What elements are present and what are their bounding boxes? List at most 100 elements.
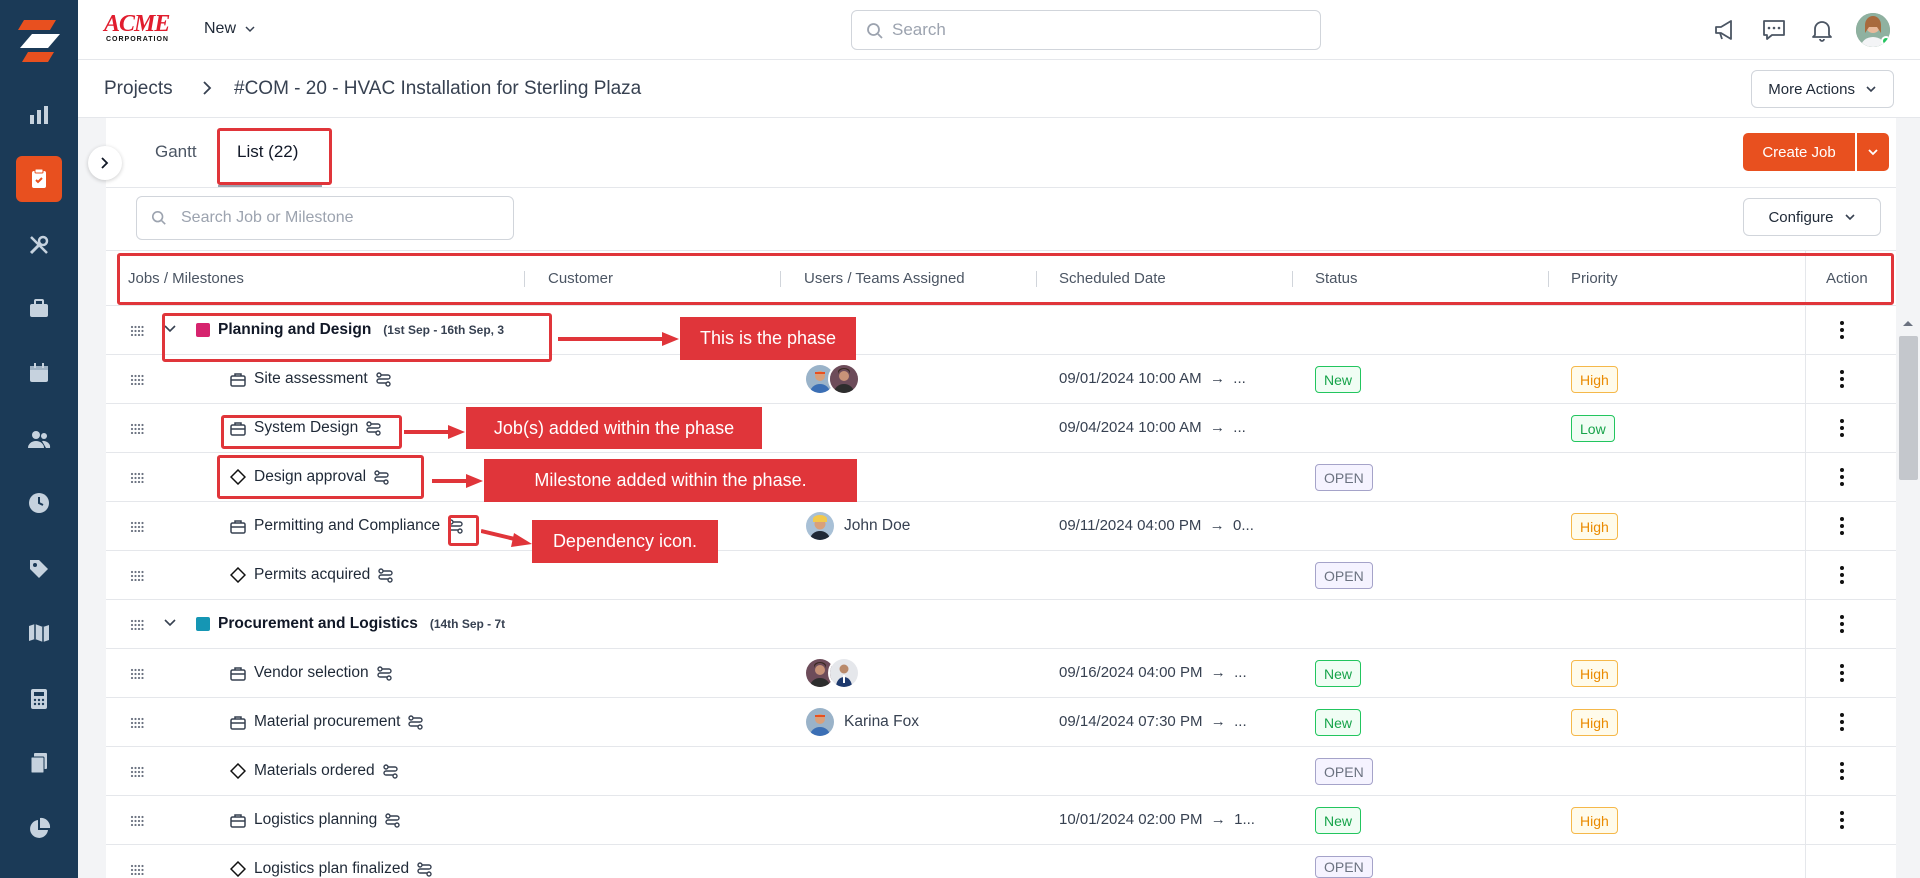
more-actions-button[interactable]: More Actions: [1751, 70, 1894, 108]
more-vertical-icon[interactable]: [1839, 711, 1845, 733]
sidebar-item-calculator[interactable]: [16, 676, 62, 722]
job-name[interactable]: Site assessment: [230, 370, 391, 388]
drag-handle-icon[interactable]: [130, 618, 144, 630]
announcement-button[interactable]: [1712, 16, 1740, 44]
assigned-users[interactable]: [804, 657, 860, 689]
more-vertical-icon[interactable]: [1839, 368, 1845, 390]
drag-handle-icon[interactable]: [130, 667, 144, 679]
drag-handle-icon[interactable]: [130, 765, 144, 777]
sidebar-item-reports[interactable]: [16, 806, 62, 852]
avatar: [828, 363, 860, 395]
status-badge: New: [1315, 660, 1362, 687]
calculator-icon: [31, 689, 47, 709]
sidebar-item-jobs[interactable]: [16, 286, 62, 332]
dependency-icon[interactable]: [376, 371, 391, 387]
job-search-placeholder: Search Job or Milestone: [181, 209, 354, 226]
milestone-name[interactable]: Logistics plan finalized: [230, 860, 432, 878]
more-vertical-icon[interactable]: [1839, 515, 1845, 537]
job-search-input[interactable]: Search Job or Milestone: [136, 196, 514, 240]
table-row[interactable]: Materials ordered OPEN: [106, 747, 1896, 796]
table-row[interactable]: Permits acquired OPEN: [106, 551, 1896, 600]
phase-highlight: [162, 313, 552, 362]
sidebar-item-time[interactable]: [16, 480, 62, 526]
dependency-icon[interactable]: [378, 567, 393, 583]
drag-handle-icon[interactable]: [130, 471, 144, 483]
drag-handle-icon[interactable]: [130, 814, 144, 826]
sidebar-item-documents[interactable]: [16, 740, 62, 786]
scroll-up-arrow-icon[interactable]: [1901, 318, 1915, 328]
active-tab-indicator: [218, 185, 322, 187]
table-row[interactable]: Logistics planning 10/01/2024 02:00 PM →…: [106, 796, 1896, 845]
milestone-name[interactable]: Permits acquired: [230, 566, 393, 584]
dependency-icon[interactable]: [376, 665, 392, 681]
more-vertical-icon[interactable]: [1839, 564, 1845, 586]
documents-icon: [30, 753, 47, 774]
drag-handle-icon[interactable]: [130, 520, 144, 532]
milestone-name[interactable]: Materials ordered: [230, 762, 398, 780]
create-job-dropdown-button[interactable]: [1857, 133, 1889, 171]
drag-handle-icon[interactable]: [130, 716, 144, 728]
job-name[interactable]: Logistics planning: [230, 811, 400, 829]
breadcrumb-projects-link[interactable]: Projects: [104, 78, 173, 100]
phase-name[interactable]: Procurement and Logistics (14th Sep - 7t: [196, 615, 505, 633]
table-row[interactable]: Vendor selection 09/16/2024 04:00 PM → .…: [106, 649, 1896, 698]
dependency-icon[interactable]: [385, 812, 400, 828]
table-row[interactable]: Logistics plan finalized OPEN: [106, 845, 1896, 878]
drag-handle-icon[interactable]: [130, 324, 144, 336]
configure-button[interactable]: Configure: [1743, 198, 1881, 236]
chevron-down-icon: [1866, 86, 1876, 93]
priority-badge: High: [1571, 513, 1618, 540]
sidebar-item-calendar[interactable]: [16, 350, 62, 396]
more-vertical-icon[interactable]: [1839, 613, 1845, 635]
milestone-label: Permits acquired: [254, 566, 371, 583]
user-avatar[interactable]: [1856, 13, 1890, 47]
dependency-icon[interactable]: [408, 714, 424, 730]
job-name[interactable]: Permitting and Compliance: [230, 517, 463, 535]
app-logo-icon[interactable]: [18, 18, 60, 64]
more-vertical-icon[interactable]: [1839, 319, 1845, 341]
assigned-users[interactable]: Karina Fox: [804, 706, 919, 738]
brand-logo[interactable]: ACME CORPORATION: [104, 12, 180, 46]
job-name[interactable]: Vendor selection: [230, 664, 392, 682]
notifications-button[interactable]: [1808, 16, 1836, 44]
phase-row[interactable]: Procurement and Logistics (14th Sep - 7t: [106, 600, 1896, 649]
table-row[interactable]: Site assessment 09/01/2024 10:00 AM → ..…: [106, 355, 1896, 404]
drag-handle-icon[interactable]: [130, 373, 144, 385]
assigned-users[interactable]: [804, 363, 860, 395]
sidebar-item-tools[interactable]: [16, 222, 62, 268]
sidebar-item-map[interactable]: [16, 610, 62, 656]
more-vertical-icon[interactable]: [1839, 809, 1845, 831]
bell-icon: [1812, 21, 1832, 42]
more-vertical-icon[interactable]: [1839, 760, 1845, 782]
scheduled-end: 1...: [1234, 811, 1255, 828]
sidebar-item-users[interactable]: [16, 416, 62, 462]
more-vertical-icon[interactable]: [1839, 417, 1845, 439]
more-vertical-icon[interactable]: [1839, 466, 1845, 488]
global-search-input[interactable]: Search: [851, 10, 1321, 50]
chevron-down-icon[interactable]: [163, 617, 177, 629]
sidebar-item-projects[interactable]: [16, 156, 62, 202]
milestone-highlight: [217, 455, 424, 499]
pie-chart-icon: [30, 817, 51, 838]
dependency-icon[interactable]: [382, 763, 398, 779]
drag-handle-icon[interactable]: [130, 569, 144, 581]
tab-gantt[interactable]: Gantt: [155, 142, 197, 162]
table-row[interactable]: Permitting and Compliance John Doe 09/11…: [106, 502, 1896, 551]
assigned-users[interactable]: John Doe: [804, 510, 910, 542]
sidebar-item-tags[interactable]: [16, 546, 62, 592]
dependency-icon[interactable]: [417, 861, 432, 877]
table-row[interactable]: Material procurement Karina Fox 09/14/20…: [106, 698, 1896, 747]
scrollbar-thumb[interactable]: [1899, 336, 1918, 480]
job-name[interactable]: Material procurement: [230, 713, 424, 731]
drag-handle-icon[interactable]: [130, 422, 144, 434]
clipboard-icon: [32, 168, 46, 188]
drag-handle-icon[interactable]: [130, 863, 144, 875]
new-dropdown-button[interactable]: New: [204, 20, 256, 38]
status-badge: OPEN: [1315, 856, 1373, 878]
more-vertical-icon[interactable]: [1839, 662, 1845, 684]
create-job-button[interactable]: Create Job: [1743, 133, 1855, 171]
sidebar-item-dashboard[interactable]: [16, 92, 62, 138]
expand-panel-button[interactable]: [88, 146, 122, 180]
chat-button[interactable]: [1760, 16, 1788, 44]
chat-icon: [1763, 20, 1785, 40]
